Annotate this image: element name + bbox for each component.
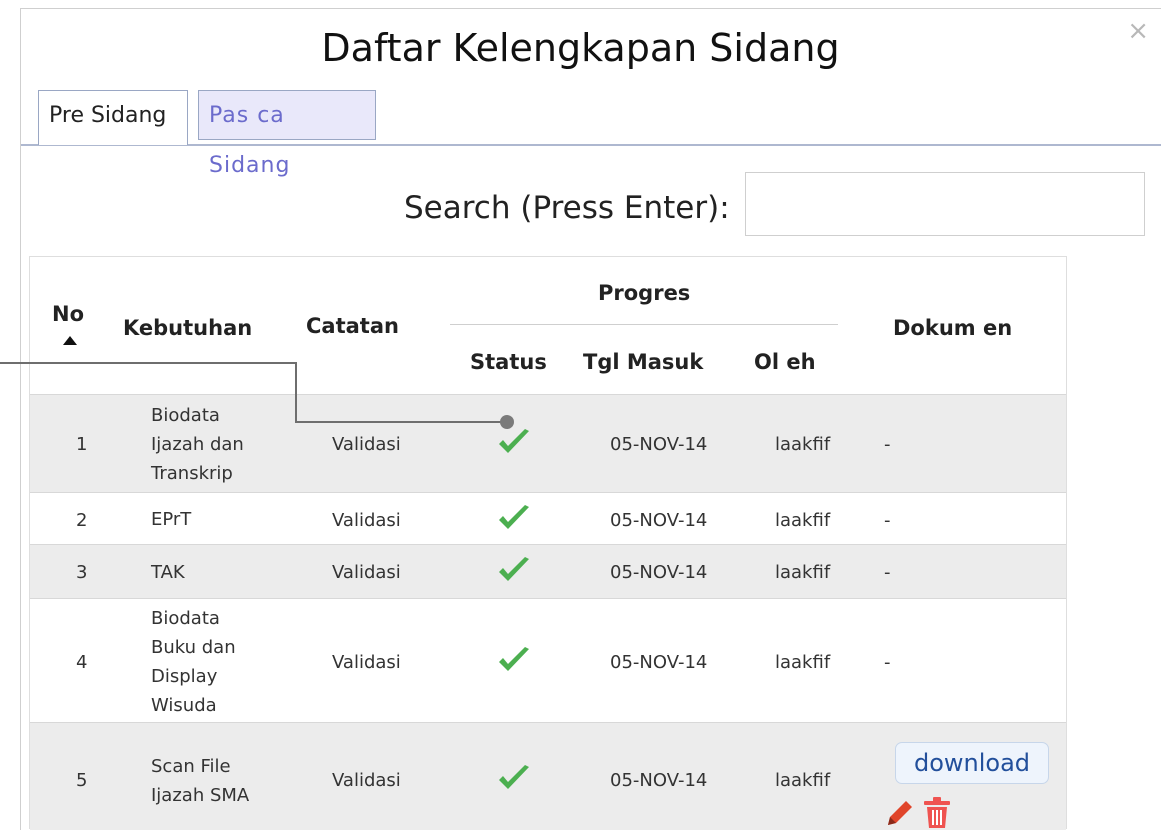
kebutuhan-line: Wisuda	[151, 695, 217, 716]
row-tgl-masuk: 05-NOV-14	[610, 652, 708, 673]
tab-pasca-sidang[interactable]: Pas ca Sidang	[198, 90, 376, 178]
column-header-kebutuhan[interactable]: Kebutuhan	[123, 316, 252, 340]
row-catatan: Validasi	[332, 652, 401, 673]
column-header-tgl-masuk[interactable]: Tgl Masuk	[583, 350, 703, 374]
kebutuhan-line: Transkrip	[151, 463, 233, 484]
close-icon[interactable]: ×	[1127, 16, 1149, 46]
column-header-oleh[interactable]: Ol eh	[754, 350, 816, 374]
row-dokumen: -	[884, 652, 891, 673]
trash-icon[interactable]	[920, 795, 954, 829]
row-no: 4	[76, 652, 88, 673]
kebutuhan-line: Biodata	[151, 405, 220, 426]
row-tgl-masuk: 05-NOV-14	[610, 434, 708, 455]
kebutuhan-line: Scan File	[151, 756, 231, 777]
row-catatan: Validasi	[332, 770, 401, 791]
row-oleh: laakfif	[775, 770, 831, 791]
tab-divider	[21, 144, 1161, 146]
row-dokumen: -	[884, 434, 891, 455]
row-no: 5	[76, 770, 88, 791]
kebutuhan-line: Buku dan	[151, 637, 236, 658]
tab-pre-sidang[interactable]: Pre Sidang	[38, 90, 188, 145]
row-dokumen: -	[884, 510, 891, 531]
check-icon	[499, 429, 529, 453]
column-header-status[interactable]: Status	[470, 350, 547, 374]
row-kebutuhan: TAK	[151, 562, 185, 583]
search-input[interactable]	[745, 172, 1145, 236]
check-icon	[499, 647, 529, 671]
row-kebutuhan: Biodata Buku dan Display Wisuda	[151, 604, 236, 720]
kebutuhan-line: Ijazah dan	[151, 434, 244, 455]
column-header-progres: Progres	[598, 281, 691, 305]
sort-asc-icon[interactable]	[63, 336, 77, 345]
pencil-icon[interactable]	[884, 795, 914, 829]
row-tgl-masuk: 05-NOV-14	[610, 510, 708, 531]
row-no: 2	[76, 510, 88, 531]
search-label: Search (Press Enter):	[404, 190, 730, 226]
row-no: 3	[76, 562, 88, 583]
row-tgl-masuk: 05-NOV-14	[610, 562, 708, 583]
row-kebutuhan: EPrT	[151, 509, 192, 530]
row-oleh: laakfif	[775, 562, 831, 583]
kebutuhan-line: Biodata	[151, 608, 220, 629]
row-catatan: Validasi	[332, 434, 401, 455]
check-icon	[499, 505, 529, 529]
kebutuhan-line: Ijazah SMA	[151, 785, 250, 806]
row-oleh: laakfif	[775, 434, 831, 455]
row-oleh: laakfif	[775, 652, 831, 673]
table-row	[30, 544, 1066, 599]
column-header-catatan[interactable]: Catatan	[306, 314, 399, 338]
progres-header-divider	[450, 324, 838, 325]
kebutuhan-line: Display	[151, 666, 218, 687]
row-no: 1	[76, 434, 88, 455]
row-kebutuhan: Biodata Ijazah dan Transkrip	[151, 401, 244, 488]
row-catatan: Validasi	[332, 510, 401, 531]
column-header-dokumen[interactable]: Dokum en	[893, 316, 1012, 340]
check-icon	[499, 765, 529, 789]
row-dokumen: -	[884, 562, 891, 583]
dialog-title: Daftar Kelengkapan Sidang	[321, 26, 840, 70]
row-kebutuhan: Scan File Ijazah SMA	[151, 752, 249, 810]
row-tgl-masuk: 05-NOV-14	[610, 770, 708, 791]
row-oleh: laakfif	[775, 510, 831, 531]
row-catatan: Validasi	[332, 562, 401, 583]
check-icon	[499, 557, 529, 581]
download-button[interactable]: download	[895, 742, 1049, 784]
column-header-no[interactable]: No	[52, 302, 84, 326]
